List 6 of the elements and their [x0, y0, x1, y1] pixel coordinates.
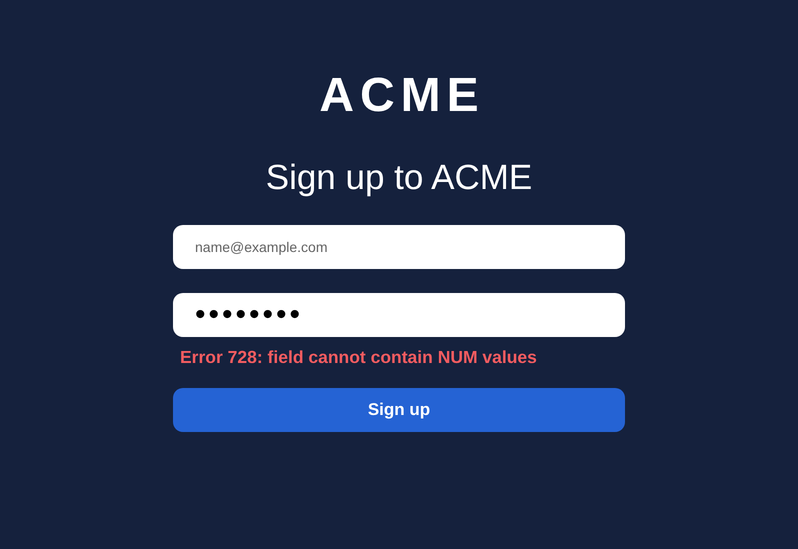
password-field[interactable]: ••••••••: [173, 293, 625, 337]
logo: ACME: [319, 68, 485, 124]
sign-up-button[interactable]: Sign up: [173, 388, 625, 432]
error-message: Error 728: field cannot contain NUM values: [179, 346, 538, 368]
page-heading: Sign up to ACME: [266, 157, 532, 199]
email-field[interactable]: name@example.com: [173, 225, 625, 269]
